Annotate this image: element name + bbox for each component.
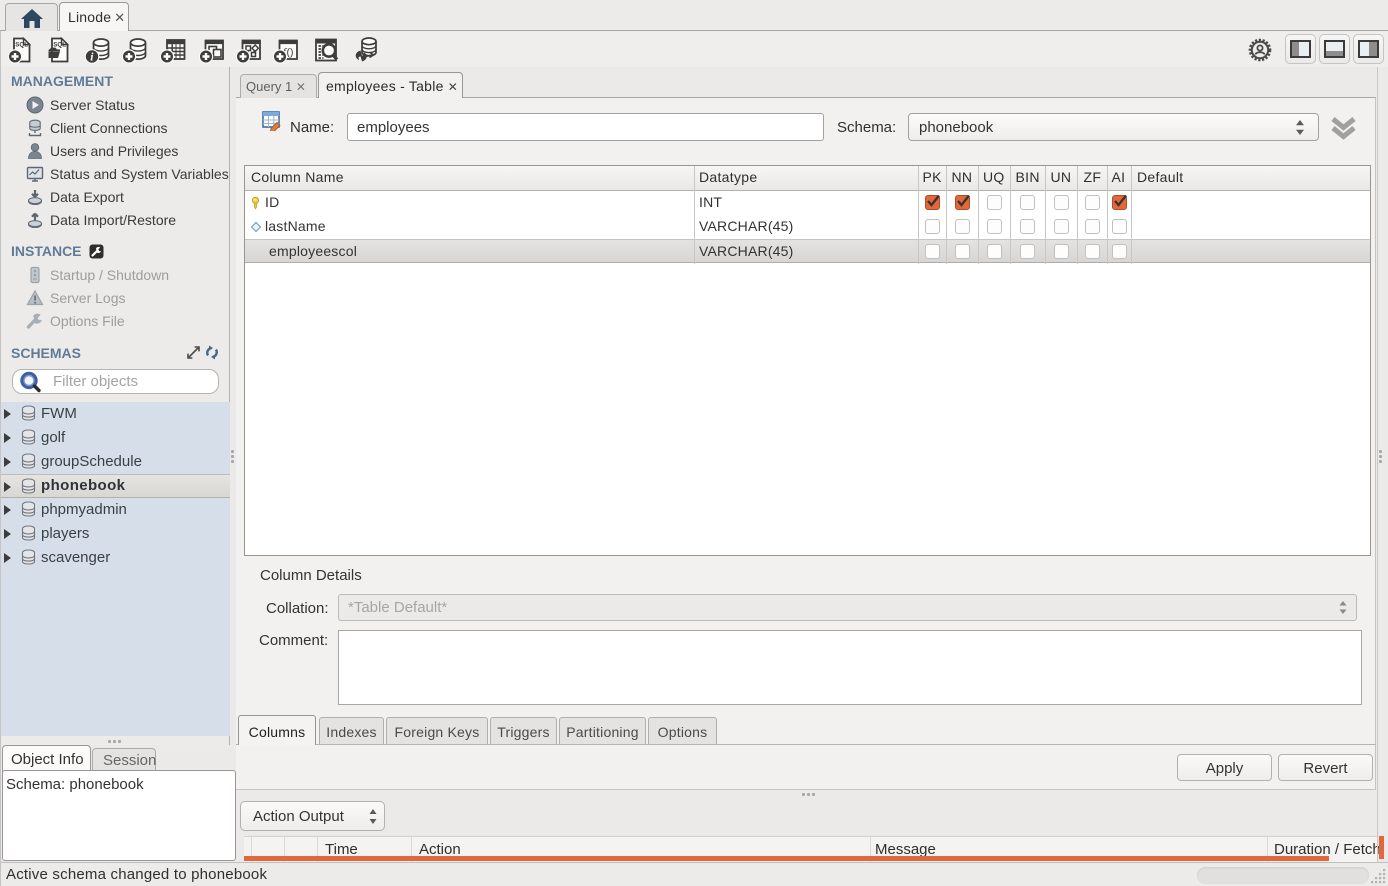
svg-text:(): () <box>287 47 294 59</box>
svg-text:SQL: SQL <box>53 42 66 49</box>
svg-text:SQL: SQL <box>15 42 28 49</box>
